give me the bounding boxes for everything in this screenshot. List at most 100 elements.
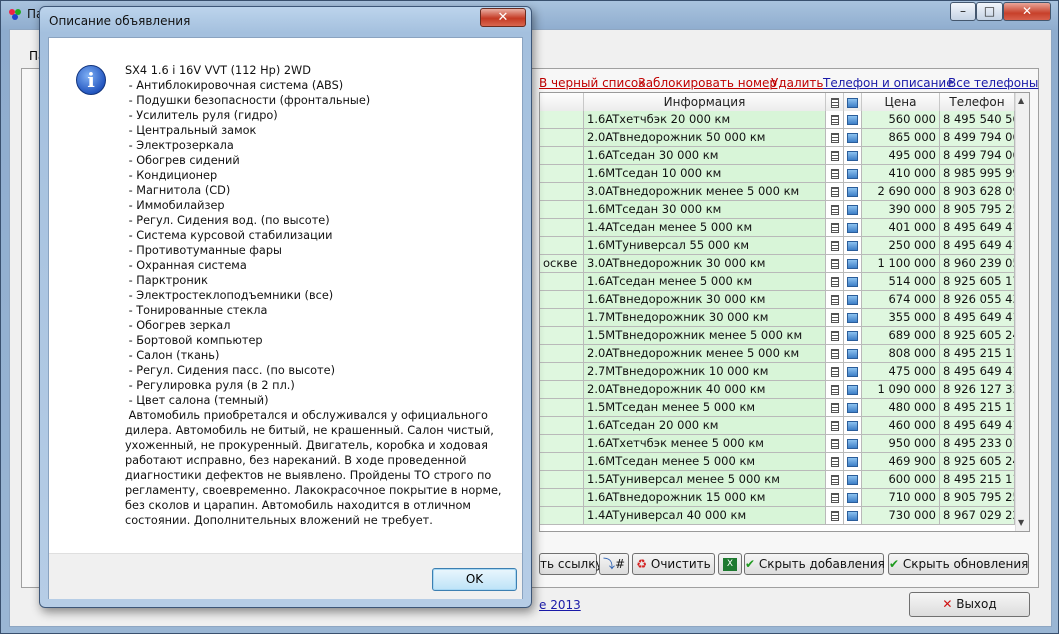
- document-icon[interactable]: [830, 276, 839, 287]
- cell-image[interactable]: [844, 291, 862, 309]
- cell-price[interactable]: 401 000: [862, 219, 940, 237]
- all-phones-link[interactable]: Все телефоны: [948, 76, 1038, 90]
- table-row[interactable]: 1.6ATседан менее 5 000 км 514 000 8 925 60…: [540, 273, 1015, 291]
- cell-phone[interactable]: 8 495 649 41: [940, 417, 1015, 435]
- document-icon[interactable]: [830, 204, 839, 215]
- image-icon[interactable]: [847, 510, 858, 521]
- image-icon[interactable]: [847, 204, 858, 215]
- cell-region[interactable]: [540, 471, 584, 489]
- cell-doc[interactable]: [826, 489, 844, 507]
- cell-info[interactable]: 1.6ATседан менее 5 000 км: [584, 273, 826, 291]
- document-icon[interactable]: [830, 150, 839, 161]
- cell-info[interactable]: 1.7MTвнедорожник 30 000 км: [584, 309, 826, 327]
- cell-price[interactable]: 950 000: [862, 435, 940, 453]
- document-icon[interactable]: [830, 348, 839, 359]
- cell-image[interactable]: [844, 219, 862, 237]
- cell-region[interactable]: [540, 399, 584, 417]
- blacklist-link[interactable]: В черный список: [539, 76, 646, 90]
- cell-doc[interactable]: [826, 507, 844, 525]
- cell-info[interactable]: 1.4ATуниверсал 40 000 км: [584, 507, 826, 525]
- cell-doc[interactable]: [826, 291, 844, 309]
- table-row[interactable]: 1.5MTвнедорожник менее 5 000 км 689 000 8 …: [540, 327, 1015, 345]
- image-icon[interactable]: [847, 456, 858, 467]
- table-row[interactable]: 1.6ATседан 20 000 км 460 000 8 495 649 41: [540, 417, 1015, 435]
- cell-info[interactable]: 1.6MTседан менее 5 000 км: [584, 453, 826, 471]
- cell-doc[interactable]: [826, 201, 844, 219]
- copy-link-button[interactable]: ть ссылку: [539, 553, 603, 575]
- cell-region[interactable]: [540, 147, 584, 165]
- cell-image[interactable]: [844, 129, 862, 147]
- table-row[interactable]: 1.6ATхетчбэк менее 5 000 км 950 000 8 495 …: [540, 435, 1015, 453]
- cell-info[interactable]: 1.6ATвнедорожник 30 000 км: [584, 291, 826, 309]
- table-row[interactable]: 1.5MTседан менее 5 000 км 480 000 8 495 21…: [540, 399, 1015, 417]
- cell-phone[interactable]: 8 925 605 24: [940, 453, 1015, 471]
- document-icon[interactable]: [830, 402, 839, 413]
- table-row[interactable]: 2.0ATвнедорожник менее 5 000 км 808 000 8 …: [540, 345, 1015, 363]
- cell-doc[interactable]: [826, 345, 844, 363]
- cell-image[interactable]: [844, 399, 862, 417]
- image-icon[interactable]: [847, 492, 858, 503]
- cell-region[interactable]: [540, 291, 584, 309]
- cell-phone[interactable]: 8 495 215 11: [940, 345, 1015, 363]
- cell-info[interactable]: 1.5MTседан менее 5 000 км: [584, 399, 826, 417]
- document-icon[interactable]: [830, 168, 839, 179]
- cell-image[interactable]: [844, 255, 862, 273]
- cell-image[interactable]: [844, 165, 862, 183]
- cell-doc[interactable]: [826, 255, 844, 273]
- header-info[interactable]: Информация: [584, 93, 826, 111]
- document-icon[interactable]: [830, 492, 839, 503]
- excel-button[interactable]: X: [718, 553, 742, 575]
- image-icon[interactable]: [847, 258, 858, 269]
- image-icon[interactable]: [847, 474, 858, 485]
- table-row[interactable]: 1.6MTседан менее 5 000 км 469 900 8 925 60…: [540, 453, 1015, 471]
- table-row[interactable]: 1.6ATседан 30 000 км 495 000 8 499 794 06: [540, 147, 1015, 165]
- document-icon[interactable]: [830, 330, 839, 341]
- cell-info[interactable]: 3.0ATвнедорожник 30 000 км: [584, 255, 826, 273]
- cell-price[interactable]: 514 000: [862, 273, 940, 291]
- cell-price[interactable]: 710 000: [862, 489, 940, 507]
- cell-price[interactable]: 250 000: [862, 237, 940, 255]
- cell-info[interactable]: 1.4ATседан менее 5 000 км: [584, 219, 826, 237]
- cell-doc[interactable]: [826, 219, 844, 237]
- cell-info[interactable]: 2.7MTвнедорожник 10 000 км: [584, 363, 826, 381]
- cell-info[interactable]: 1.6MTседан 30 000 км: [584, 201, 826, 219]
- cell-doc[interactable]: [826, 111, 844, 129]
- cell-doc[interactable]: [826, 129, 844, 147]
- image-icon[interactable]: [847, 402, 858, 413]
- cell-image[interactable]: [844, 273, 862, 291]
- cell-image[interactable]: [844, 435, 862, 453]
- image-icon[interactable]: [847, 366, 858, 377]
- cell-region[interactable]: [540, 201, 584, 219]
- vertical-scrollbar[interactable]: ▲ ▼: [1015, 93, 1029, 531]
- cell-phone[interactable]: 8 495 649 41: [940, 219, 1015, 237]
- cell-doc[interactable]: [826, 237, 844, 255]
- table-row[interactable]: 1.6ATвнедорожник 15 000 км 710 000 8 905 7…: [540, 489, 1015, 507]
- cell-doc[interactable]: [826, 453, 844, 471]
- cell-region[interactable]: [540, 165, 584, 183]
- table-row[interactable]: 1.6MTуниверсал 55 000 км 250 000 8 495 649…: [540, 237, 1015, 255]
- image-icon[interactable]: [847, 438, 858, 449]
- cell-info[interactable]: 1.6ATседан 20 000 км: [584, 417, 826, 435]
- cell-image[interactable]: [844, 183, 862, 201]
- table-row[interactable]: 1.4ATуниверсал 40 000 км 730 000 8 967 029…: [540, 507, 1015, 525]
- image-icon[interactable]: [847, 222, 858, 233]
- image-icon[interactable]: [847, 294, 858, 305]
- image-icon[interactable]: [847, 330, 858, 341]
- image-icon[interactable]: [847, 276, 858, 287]
- cell-image[interactable]: [844, 309, 862, 327]
- cell-price[interactable]: 2 690 000: [862, 183, 940, 201]
- header-phone[interactable]: Телефон: [940, 93, 1015, 111]
- cell-price[interactable]: 469 900: [862, 453, 940, 471]
- cell-price[interactable]: 390 000: [862, 201, 940, 219]
- image-icon[interactable]: [847, 132, 858, 143]
- cell-info[interactable]: 1.6ATхетчбэк менее 5 000 км: [584, 435, 826, 453]
- cell-region[interactable]: [540, 309, 584, 327]
- cell-image[interactable]: [844, 507, 862, 525]
- cell-phone[interactable]: 8 925 605 17: [940, 273, 1015, 291]
- cell-image[interactable]: [844, 381, 862, 399]
- cell-price[interactable]: 495 000: [862, 147, 940, 165]
- table-row[interactable]: 1.6MTседан 30 000 км 390 000 8 905 795 25: [540, 201, 1015, 219]
- block-number-link[interactable]: Заблокировать номер: [638, 76, 777, 90]
- cell-region[interactable]: [540, 435, 584, 453]
- cell-phone[interactable]: 8 495 215 11: [940, 399, 1015, 417]
